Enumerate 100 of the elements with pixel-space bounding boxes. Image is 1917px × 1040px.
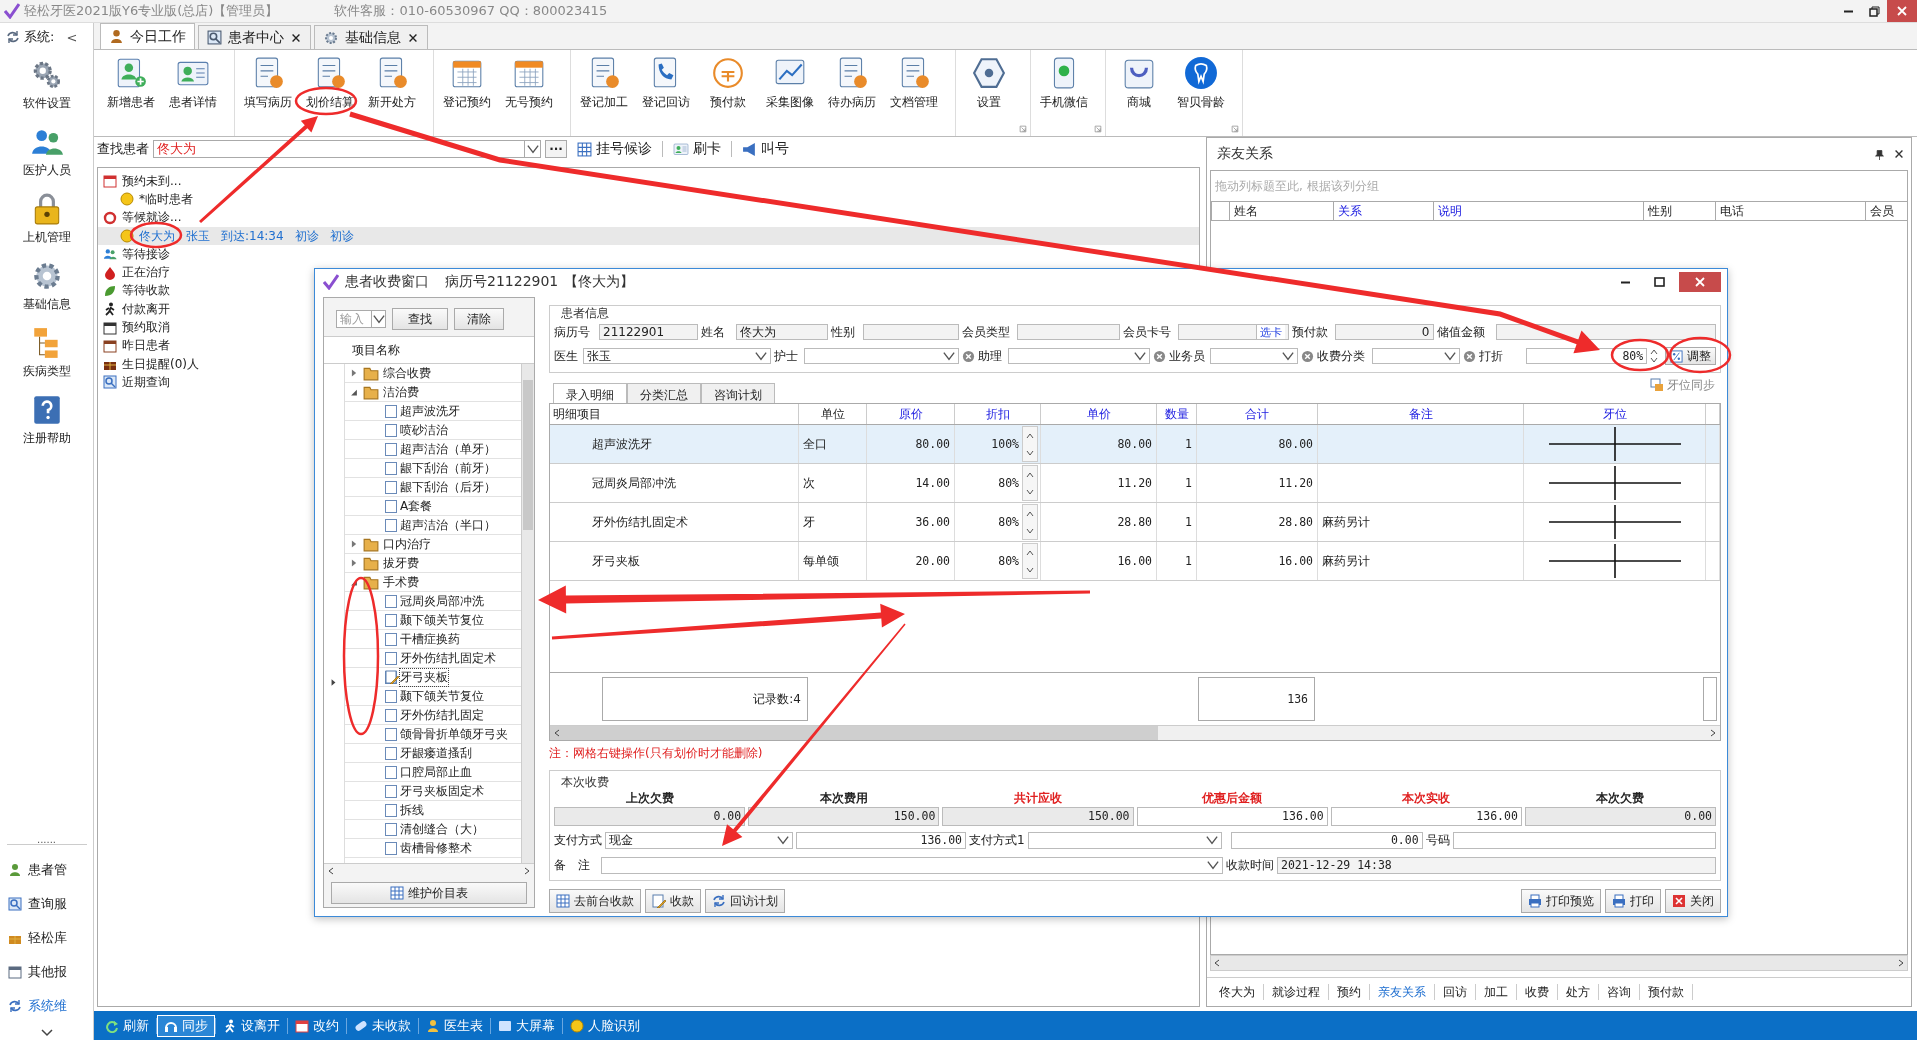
amount-field[interactable]: 150.00	[942, 807, 1134, 826]
text-field[interactable]: 21122901	[599, 324, 698, 340]
toolbar-button[interactable]: 新增患者	[100, 54, 162, 114]
patient-row[interactable]: *临时患者	[98, 190, 1199, 209]
checkbox[interactable]	[385, 822, 397, 836]
clear-icon[interactable]	[1152, 349, 1166, 363]
amount-field[interactable]: 150.00	[748, 807, 940, 826]
tab[interactable]: 预付款	[1640, 984, 1693, 1000]
column-header[interactable]: 单价	[1041, 404, 1157, 424]
dropdown-button[interactable]	[525, 140, 541, 158]
adjust-button[interactable]: 调整	[1665, 347, 1716, 365]
tab[interactable]: 收费	[1517, 984, 1558, 1000]
search-field[interactable]: 输入	[336, 310, 372, 328]
tree-item[interactable]: 颞下颌关节复位	[400, 611, 484, 629]
tree-item[interactable]: 超声洁治（单牙）	[400, 440, 496, 458]
status-button[interactable]: 同步	[157, 1015, 215, 1037]
expander-icon[interactable]	[349, 387, 359, 397]
select-field[interactable]	[1008, 348, 1150, 364]
table-row[interactable]: 超声波洗牙 全口 80.00 100% 80.00 1 80.00	[550, 425, 1720, 464]
tree-item[interactable]: 拔牙费	[383, 554, 419, 572]
tree-item[interactable]: 牙外伤结扎固定术	[400, 649, 496, 667]
status-button[interactable]: 未收款	[347, 1015, 418, 1037]
checkbox[interactable]	[385, 651, 397, 665]
tab[interactable]: 今日工作	[100, 23, 195, 49]
nav-item[interactable]: 疾病类型	[0, 319, 93, 386]
tree-item[interactable]: 洁治费	[383, 383, 419, 401]
list-item[interactable]: 昨日患者	[122, 337, 170, 355]
select-field[interactable]	[803, 348, 960, 364]
checkbox[interactable]	[385, 803, 397, 817]
checkbox[interactable]	[385, 727, 397, 741]
scrollbar[interactable]	[550, 725, 1720, 740]
toolbar-button[interactable]: 预付款	[697, 54, 759, 114]
toolbar-button[interactable]: 填写病历	[237, 54, 299, 114]
toolbar-button[interactable]: 采集图像	[759, 54, 821, 114]
tab[interactable]: 加工	[1476, 984, 1517, 1000]
pin-icon[interactable]	[1874, 148, 1885, 160]
tree-item[interactable]: 手术费	[383, 573, 419, 591]
text-field[interactable]	[1452, 831, 1716, 849]
dropdown-button[interactable]	[372, 310, 386, 328]
maintain-button[interactable]: 维护价目表	[331, 882, 527, 904]
list-item[interactable]: 等候就诊...	[122, 209, 182, 227]
nav-item[interactable]: 基础信息	[0, 252, 93, 319]
spinner-icon[interactable]	[1650, 348, 1658, 364]
tab[interactable]: 基础信息	[314, 25, 428, 49]
column-header[interactable]: 说明	[1433, 202, 1643, 220]
tree-item[interactable]: 颌骨骨折单颌牙弓夹	[400, 725, 508, 743]
tree-item[interactable]: A套餐	[400, 497, 433, 515]
tab[interactable]: 录入明细	[553, 383, 627, 403]
tab[interactable]: 处方	[1558, 984, 1599, 1000]
toolbar-button[interactable]: 登记加工	[573, 54, 635, 114]
column-header[interactable]: 原价	[867, 404, 955, 424]
tree-item[interactable]: 颞下颌关节复位	[400, 687, 484, 705]
select-field[interactable]: 现金	[605, 831, 793, 849]
toolbar-button[interactable]: 无号预约	[498, 54, 560, 114]
select-field[interactable]	[1371, 348, 1460, 364]
toolbar-button[interactable]: 登记预约	[436, 54, 498, 114]
table-row[interactable]: 牙外伤结扎固定术 牙 36.00 80% 28.80 1 28.80 麻药另计	[550, 503, 1720, 542]
action-button[interactable]: 去前台收款	[549, 889, 641, 913]
tree-item[interactable]: 龈下刮治（前牙）	[400, 459, 496, 477]
clear-icon[interactable]	[1462, 349, 1476, 363]
amount-field[interactable]: 136.00	[1136, 807, 1328, 826]
column-header[interactable]: 明细项目	[550, 404, 799, 424]
list-item[interactable]: 正在治疗	[122, 264, 170, 282]
checkbox[interactable]	[385, 746, 397, 760]
table-row[interactable]: 冠周炎局部冲洗 次 14.00 80% 11.20 1 11.20	[550, 464, 1720, 503]
tab[interactable]: 回访	[1435, 984, 1476, 1000]
amount-field[interactable]: 0.00	[554, 807, 746, 826]
toolbar-link[interactable]: 挂号候诊	[571, 140, 658, 158]
column-header[interactable]: 关系	[1333, 202, 1433, 220]
checkbox[interactable]	[385, 613, 397, 627]
checkbox[interactable]	[385, 841, 397, 855]
close-button[interactable]	[1887, 0, 1917, 22]
checkbox[interactable]	[385, 518, 397, 532]
launcher-icon[interactable]	[1018, 124, 1028, 134]
text-field[interactable]: 选卡	[1177, 324, 1289, 340]
scrollbar[interactable]	[521, 364, 534, 863]
checkbox[interactable]	[385, 708, 397, 722]
scrollbar[interactable]	[1210, 955, 1908, 971]
status-button[interactable]: 改约	[288, 1015, 346, 1037]
tree-item[interactable]: 拆线	[400, 801, 424, 819]
toolbar-link[interactable]: 刷卡	[667, 140, 727, 158]
text-field[interactable]	[1016, 324, 1120, 340]
list-item[interactable]: 等待接诊	[122, 245, 170, 263]
column-header[interactable]: 数量	[1157, 404, 1197, 424]
clear-icon[interactable]	[962, 349, 976, 363]
expander-icon[interactable]	[349, 368, 359, 378]
list-item[interactable]: 付款离开	[122, 300, 170, 318]
tree-item[interactable]: 牙弓夹板固定术	[400, 782, 484, 800]
checkbox[interactable]	[385, 423, 397, 437]
status-button[interactable]: 刷新	[98, 1015, 156, 1037]
amount-field[interactable]: 136.00	[796, 831, 966, 849]
module-item[interactable]: 系统维	[0, 989, 93, 1023]
search-field[interactable]: 佟大为	[153, 140, 525, 158]
amount-field[interactable]: 0.00	[1230, 831, 1423, 849]
amount-field[interactable]: 0.00	[1524, 807, 1716, 826]
select-card-button[interactable]: 选卡	[1255, 325, 1285, 339]
sync-link[interactable]: 牙位同步	[1644, 377, 1721, 393]
tree-item[interactable]: 牙弓夹板	[400, 668, 448, 686]
toolbar-button[interactable]: 设置	[958, 54, 1020, 114]
status-button[interactable]: 大屏幕	[491, 1015, 562, 1037]
